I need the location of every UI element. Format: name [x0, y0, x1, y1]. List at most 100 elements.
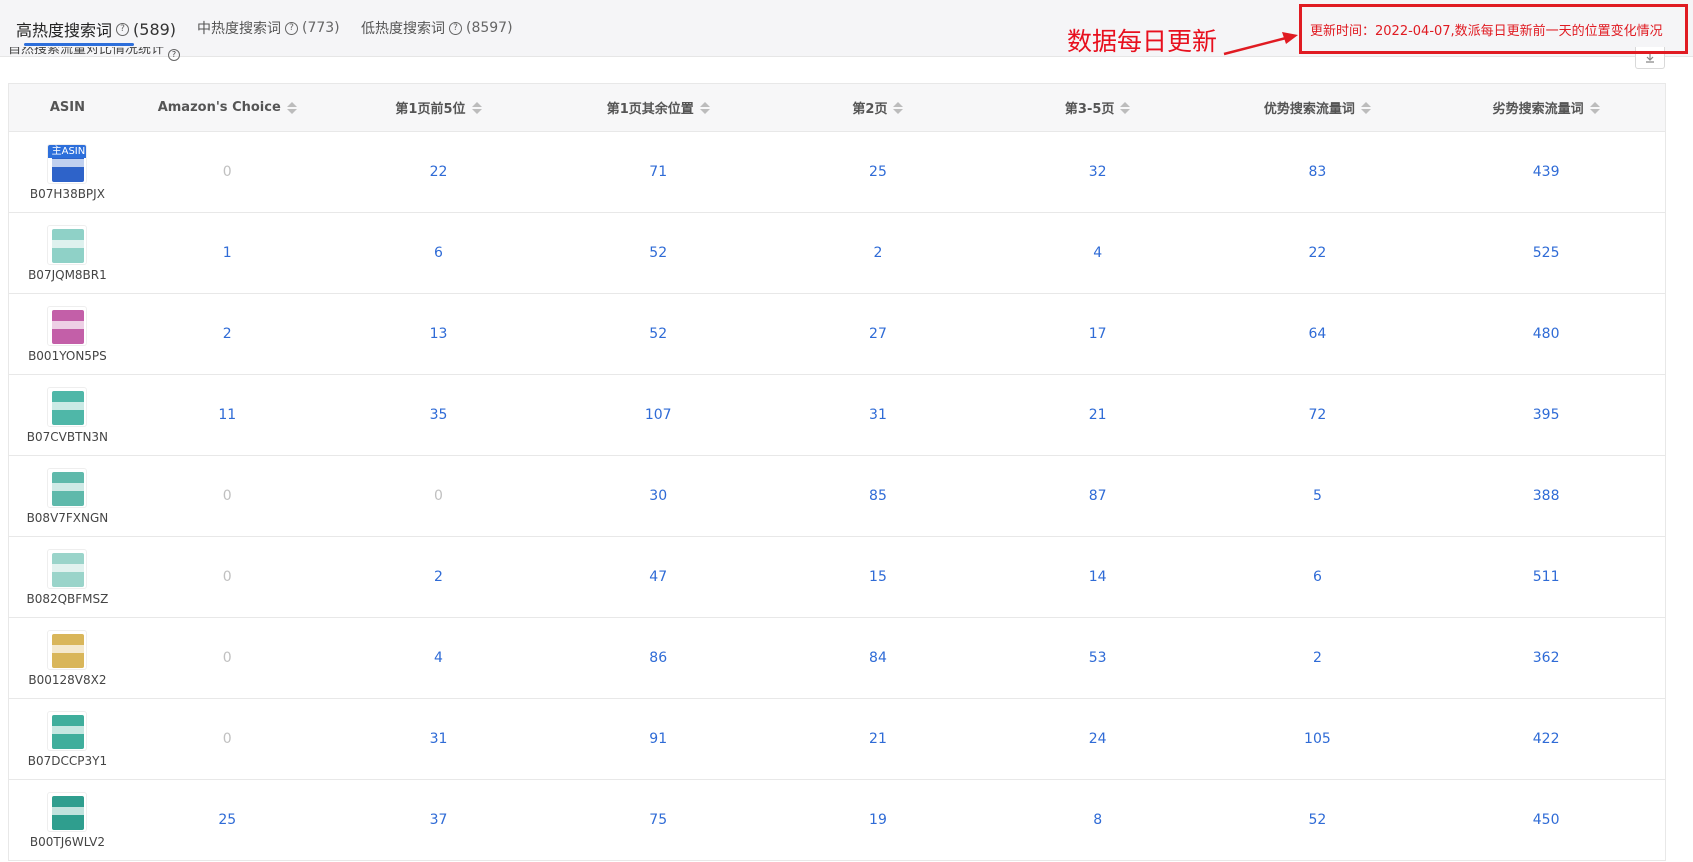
metric-cell[interactable]: 35	[329, 375, 549, 455]
help-icon[interactable]: ?	[285, 21, 298, 35]
metric-cell[interactable]: 83	[1208, 132, 1428, 212]
column-header-page3-5[interactable]: 第3-5页	[988, 84, 1208, 131]
asin-code[interactable]: B07H38BPJX	[30, 187, 105, 201]
metric-cell[interactable]: 32	[988, 132, 1208, 212]
column-header-page1-top5[interactable]: 第1页前5位	[329, 84, 549, 131]
metric-cell[interactable]: 25	[126, 780, 329, 860]
metric-cell[interactable]: 84	[768, 618, 988, 698]
sort-icon[interactable]	[1589, 101, 1600, 114]
product-thumbnail[interactable]	[47, 386, 88, 427]
metric-cell[interactable]: 5	[1208, 456, 1428, 536]
asin-code[interactable]: B082QBFMSZ	[26, 592, 108, 606]
sort-icon[interactable]	[699, 101, 710, 114]
sort-icon[interactable]	[1120, 101, 1131, 114]
product-thumbnail[interactable]	[47, 305, 88, 346]
metric-cell[interactable]: 2	[768, 213, 988, 293]
metric-cell[interactable]: 439	[1427, 132, 1665, 212]
asin-cell: B07DCCP3Y1	[9, 699, 126, 779]
metric-cell[interactable]: 21	[988, 375, 1208, 455]
metric-cell[interactable]: 14	[988, 537, 1208, 617]
metric-cell[interactable]: 525	[1427, 213, 1665, 293]
metric-cell[interactable]: 450	[1427, 780, 1665, 860]
metric-cell[interactable]: 31	[768, 375, 988, 455]
tab-high-heat-keywords[interactable]: 高热度搜索词 ? (589)	[16, 17, 176, 41]
asin-code[interactable]: B07JQM8BR1	[28, 268, 107, 282]
metric-cell[interactable]: 53	[988, 618, 1208, 698]
metric-cell[interactable]: 2	[126, 294, 329, 374]
metric-cell[interactable]: 86	[548, 618, 768, 698]
metric-cell: 0	[222, 488, 232, 504]
product-thumbnail[interactable]	[47, 791, 88, 832]
metric-cell[interactable]: 362	[1427, 618, 1665, 698]
metric-cell[interactable]: 25	[768, 132, 988, 212]
metric-cell[interactable]: 11	[126, 375, 329, 455]
metric-cell[interactable]: 31	[329, 699, 549, 779]
metric-cell[interactable]: 75	[548, 780, 768, 860]
metric-cell[interactable]: 4	[329, 618, 549, 698]
metric-cell[interactable]: 71	[548, 132, 768, 212]
product-thumbnail[interactable]	[47, 467, 88, 508]
metric-cell[interactable]: 47	[548, 537, 768, 617]
asin-code[interactable]: B00128V8X2	[28, 673, 106, 687]
metric-cell[interactable]: 52	[1208, 780, 1428, 860]
sort-icon[interactable]	[286, 101, 297, 114]
metric-cell[interactable]: 22	[1208, 213, 1428, 293]
metric-cell[interactable]: 87	[988, 456, 1208, 536]
column-header-disadvantage-keywords[interactable]: 劣势搜索流量词	[1427, 84, 1665, 131]
metric-cell[interactable]: 27	[768, 294, 988, 374]
product-thumbnail[interactable]: 主ASIN	[47, 143, 88, 184]
tab-count: (8597)	[466, 20, 513, 36]
tab-medium-heat-keywords[interactable]: 中热度搜索词 ? (773)	[197, 18, 340, 38]
product-thumbnail[interactable]	[47, 710, 88, 751]
metric-cell[interactable]: 105	[1208, 699, 1428, 779]
column-header-page2[interactable]: 第2页	[768, 84, 988, 131]
metric-cell[interactable]: 4	[988, 213, 1208, 293]
metric-cell[interactable]: 91	[548, 699, 768, 779]
tab-low-heat-keywords[interactable]: 低热度搜索词 ? (8597)	[361, 18, 513, 38]
column-header-advantage-keywords[interactable]: 优势搜索流量词	[1208, 84, 1428, 131]
sort-icon[interactable]	[1360, 101, 1371, 114]
asin-code[interactable]: B07CVBTN3N	[27, 430, 108, 444]
metric-cell[interactable]: 19	[768, 780, 988, 860]
product-thumbnail[interactable]	[47, 548, 88, 589]
metric-cell[interactable]: 388	[1427, 456, 1665, 536]
metric-cell[interactable]: 64	[1208, 294, 1428, 374]
metric-cell[interactable]: 85	[768, 456, 988, 536]
product-thumbnail[interactable]	[47, 629, 88, 670]
help-icon[interactable]: ?	[116, 22, 130, 36]
sort-icon[interactable]	[471, 101, 482, 114]
metric-cell[interactable]: 511	[1427, 537, 1665, 617]
metric-cell[interactable]: 17	[988, 294, 1208, 374]
metric-cell[interactable]: 107	[548, 375, 768, 455]
column-header-page1-other[interactable]: 第1页其余位置	[548, 84, 768, 131]
column-header-amazons-choice[interactable]: Amazon's Choice	[126, 84, 329, 131]
metric-cell[interactable]: 13	[329, 294, 549, 374]
help-icon[interactable]: ?	[168, 49, 181, 61]
metric-cell[interactable]: 37	[329, 780, 549, 860]
metric-cell[interactable]: 395	[1427, 375, 1665, 455]
metric-cell[interactable]: 422	[1427, 699, 1665, 779]
asin-code[interactable]: B08V7FXNGN	[27, 511, 109, 525]
metric-cell[interactable]: 24	[988, 699, 1208, 779]
metric-cell[interactable]: 1	[126, 213, 329, 293]
metric-cell[interactable]: 52	[548, 294, 768, 374]
metric-cell[interactable]: 2	[1208, 618, 1428, 698]
asin-code[interactable]: B00TJ6WLV2	[30, 835, 105, 849]
metric-cell[interactable]: 6	[1208, 537, 1428, 617]
help-icon[interactable]: ?	[449, 21, 462, 35]
metric-cell[interactable]: 6	[329, 213, 549, 293]
asin-code[interactable]: B07DCCP3Y1	[28, 754, 107, 768]
metric-cell[interactable]: 72	[1208, 375, 1428, 455]
metric-cell[interactable]: 22	[329, 132, 549, 212]
asin-code[interactable]: B001YON5PS	[28, 349, 107, 363]
metric-cell[interactable]: 8	[988, 780, 1208, 860]
metric-cell[interactable]: 15	[768, 537, 988, 617]
sort-icon[interactable]	[893, 101, 904, 114]
metric-cell[interactable]: 2	[329, 537, 549, 617]
metric-cell[interactable]: 52	[548, 213, 768, 293]
package-label-band	[52, 320, 85, 329]
metric-cell[interactable]: 21	[768, 699, 988, 779]
metric-cell[interactable]: 30	[548, 456, 768, 536]
product-thumbnail[interactable]	[47, 224, 88, 265]
metric-cell[interactable]: 480	[1427, 294, 1665, 374]
